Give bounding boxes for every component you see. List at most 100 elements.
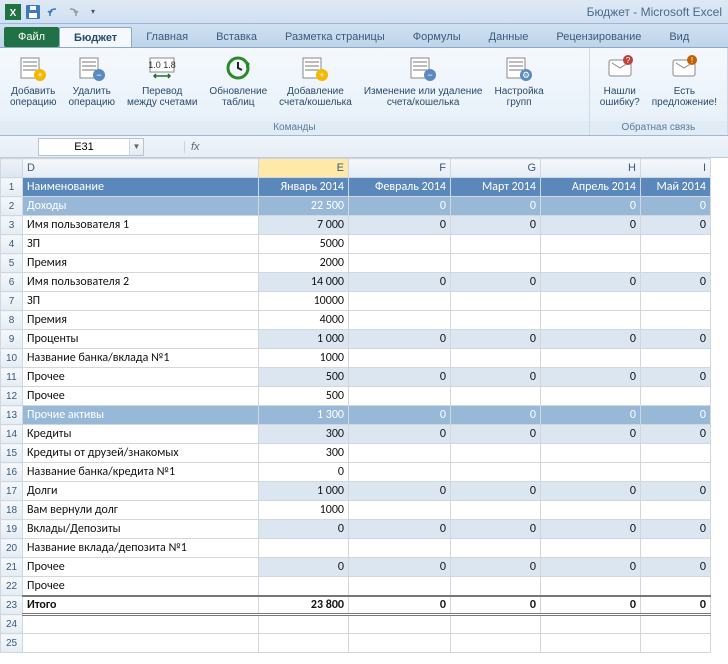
spreadsheet-grid[interactable]: DEFGHI1НаименованиеЯнварь 2014Февраль 20…	[0, 158, 728, 653]
name-box[interactable]	[39, 141, 129, 153]
cell-I17[interactable]: 0	[641, 482, 711, 501]
cell-I20[interactable]	[641, 539, 711, 558]
cell-E22[interactable]	[259, 577, 349, 596]
cell-G5[interactable]	[451, 254, 541, 273]
cell-I12[interactable]	[641, 387, 711, 406]
cell-I24[interactable]	[641, 615, 711, 634]
cell-I10[interactable]	[641, 349, 711, 368]
cell-G20[interactable]	[451, 539, 541, 558]
cell-E14[interactable]: 300	[259, 425, 349, 444]
cell-F7[interactable]	[349, 292, 451, 311]
cell-F15[interactable]	[349, 444, 451, 463]
col-header-G[interactable]: G	[451, 159, 541, 178]
cell-D12[interactable]: Прочее	[23, 387, 259, 406]
cell-I14[interactable]: 0	[641, 425, 711, 444]
row-header-11[interactable]: 11	[1, 368, 23, 387]
row-header-22[interactable]: 22	[1, 577, 23, 596]
cell-D8[interactable]: Премия	[23, 311, 259, 330]
cell-D20[interactable]: Название вклада/депозита №1	[23, 539, 259, 558]
row-header-14[interactable]: 14	[1, 425, 23, 444]
cell-I6[interactable]: 0	[641, 273, 711, 292]
cell-G2[interactable]: 0	[451, 197, 541, 216]
cell-H14[interactable]: 0	[541, 425, 641, 444]
cell-F4[interactable]	[349, 235, 451, 254]
cell-G14[interactable]: 0	[451, 425, 541, 444]
cell-F25[interactable]	[349, 634, 451, 653]
namebox-dropdown-icon[interactable]: ▼	[129, 139, 143, 155]
cell-I19[interactable]: 0	[641, 520, 711, 539]
cell-D5[interactable]: Премия	[23, 254, 259, 273]
cell-D15[interactable]: Кредиты от друзей/знакомых	[23, 444, 259, 463]
cell-F12[interactable]	[349, 387, 451, 406]
row-header-17[interactable]: 17	[1, 482, 23, 501]
cell-H7[interactable]	[541, 292, 641, 311]
cell-F17[interactable]: 0	[349, 482, 451, 501]
formula-input[interactable]	[206, 141, 728, 153]
cell-D11[interactable]: Прочее	[23, 368, 259, 387]
cell-D13[interactable]: Прочие активы	[23, 406, 259, 425]
cell-G4[interactable]	[451, 235, 541, 254]
cell-G9[interactable]: 0	[451, 330, 541, 349]
cell-I7[interactable]	[641, 292, 711, 311]
cell-F23[interactable]: 0	[349, 596, 451, 615]
row-header-20[interactable]: 20	[1, 539, 23, 558]
cell-H1[interactable]: Апрель 2014	[541, 178, 641, 197]
found-error-button[interactable]: ?Нашлиошибку?	[594, 50, 646, 121]
cell-F22[interactable]	[349, 577, 451, 596]
cell-G10[interactable]	[451, 349, 541, 368]
tab-вид[interactable]: Вид	[655, 27, 703, 47]
cell-E15[interactable]: 300	[259, 444, 349, 463]
row-header-15[interactable]: 15	[1, 444, 23, 463]
cell-F8[interactable]	[349, 311, 451, 330]
row-header-1[interactable]: 1	[1, 178, 23, 197]
cell-F5[interactable]	[349, 254, 451, 273]
cell-H22[interactable]	[541, 577, 641, 596]
cell-G8[interactable]	[451, 311, 541, 330]
cell-I18[interactable]	[641, 501, 711, 520]
cell-E5[interactable]: 2000	[259, 254, 349, 273]
cell-H17[interactable]: 0	[541, 482, 641, 501]
row-header-19[interactable]: 19	[1, 520, 23, 539]
cell-G21[interactable]: 0	[451, 558, 541, 577]
row-header-18[interactable]: 18	[1, 501, 23, 520]
cell-G24[interactable]	[451, 615, 541, 634]
cell-I3[interactable]: 0	[641, 216, 711, 235]
row-header-12[interactable]: 12	[1, 387, 23, 406]
row-header-5[interactable]: 5	[1, 254, 23, 273]
cell-I1[interactable]: Май 2014	[641, 178, 711, 197]
tab-вставка[interactable]: Вставка	[202, 27, 271, 47]
cell-H8[interactable]	[541, 311, 641, 330]
cell-I13[interactable]: 0	[641, 406, 711, 425]
cell-I15[interactable]	[641, 444, 711, 463]
cell-I8[interactable]	[641, 311, 711, 330]
select-all-corner[interactable]	[1, 159, 23, 178]
cell-H10[interactable]	[541, 349, 641, 368]
cell-E8[interactable]: 4000	[259, 311, 349, 330]
cell-D17[interactable]: Долги	[23, 482, 259, 501]
cell-F11[interactable]: 0	[349, 368, 451, 387]
cell-G19[interactable]: 0	[451, 520, 541, 539]
redo-icon[interactable]	[64, 3, 82, 21]
cell-E2[interactable]: 22 500	[259, 197, 349, 216]
cell-G17[interactable]: 0	[451, 482, 541, 501]
cell-G25[interactable]	[451, 634, 541, 653]
cell-I9[interactable]: 0	[641, 330, 711, 349]
cell-I4[interactable]	[641, 235, 711, 254]
cell-G1[interactable]: Март 2014	[451, 178, 541, 197]
cell-H19[interactable]: 0	[541, 520, 641, 539]
delete-operation-button[interactable]: −Удалитьоперацию	[62, 50, 120, 121]
row-header-10[interactable]: 10	[1, 349, 23, 368]
row-header-9[interactable]: 9	[1, 330, 23, 349]
cell-F24[interactable]	[349, 615, 451, 634]
cell-F10[interactable]	[349, 349, 451, 368]
cell-I5[interactable]	[641, 254, 711, 273]
cell-H13[interactable]: 0	[541, 406, 641, 425]
cell-E18[interactable]: 1000	[259, 501, 349, 520]
cell-D16[interactable]: Название банка/кредита №1	[23, 463, 259, 482]
cell-H9[interactable]: 0	[541, 330, 641, 349]
cell-H5[interactable]	[541, 254, 641, 273]
undo-icon[interactable]	[44, 3, 62, 21]
col-header-I[interactable]: I	[641, 159, 711, 178]
cell-E1[interactable]: Январь 2014	[259, 178, 349, 197]
row-header-6[interactable]: 6	[1, 273, 23, 292]
